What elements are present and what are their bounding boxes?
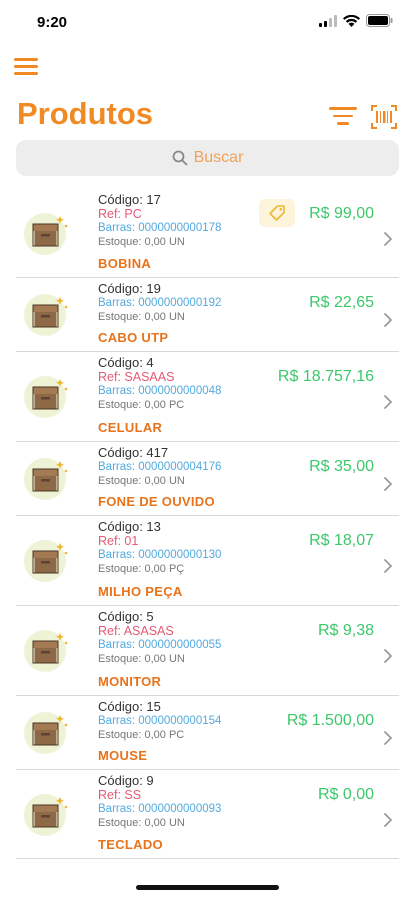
product-name: CELULAR [98, 420, 163, 435]
product-barcode: Barras: 0000000000093 [98, 803, 222, 815]
product-barcode: Barras: 0000000000178 [98, 222, 222, 234]
product-ref: Ref: 01 [98, 534, 139, 548]
filter-button[interactable] [329, 107, 357, 127]
product-info: Código: 17 Ref: PC Barras: 0000000000178 Es… [98, 193, 221, 249]
chevron-right-icon [383, 477, 393, 491]
product-barcode: Barras: 0000000004176 [98, 461, 222, 473]
product-price: R$ 9,38 [317, 622, 374, 639]
home-indicator [136, 885, 279, 890]
product-info: Código: 19 Barras: 0000000000192 Estoque: … [98, 282, 221, 324]
chevron-right-icon [383, 559, 393, 573]
product-stock: Estoque: 0,00 PÇ [98, 563, 185, 575]
product-price: R$ 18.757,16 [277, 368, 374, 385]
product-ref: Ref: SS [98, 788, 142, 802]
product-name: CABO UTP [98, 330, 169, 345]
chevron-right-icon [383, 649, 393, 663]
product-row[interactable]: Código: 5 Ref: ASASAS Barras: 000000000005… [16, 606, 399, 696]
product-stock: Estoque: 0,00 UN [98, 236, 185, 248]
product-price: R$ 1.500,00 [286, 712, 374, 729]
status-icons [319, 14, 393, 27]
product-code: Código: 417 [98, 445, 169, 460]
chevron-right-icon [383, 313, 393, 327]
product-code: Código: 15 [98, 699, 161, 714]
product-price: R$ 99,00 [309, 205, 374, 222]
product-stock: Estoque: 0,00 PC [98, 729, 185, 741]
chevron-right-icon [383, 231, 393, 246]
chevron-right-icon [383, 731, 393, 745]
product-price: R$ 35,00 [309, 458, 374, 475]
product-stock: Estoque: 0,00 UN [98, 311, 185, 323]
product-name: FONE DE OUVIDO [98, 494, 215, 509]
chevron-right-icon [383, 812, 393, 827]
product-barcode: Barras: 0000000000192 [98, 297, 222, 309]
product-row[interactable]: Código: 13 Ref: 01 Barras: 0000000000130 Es… [16, 516, 399, 606]
barcode-icon [371, 105, 397, 129]
product-box-icon [22, 208, 70, 256]
hamburger-icon [14, 58, 38, 61]
product-info: Código: 9 Ref: SS Barras: 0000000000093 Est… [98, 774, 221, 830]
search-input[interactable]: Buscar [16, 140, 399, 176]
search-icon [172, 150, 187, 166]
wifi-icon [343, 14, 360, 27]
status-time: 9:20 [37, 14, 68, 31]
product-info: Código: 5 Ref: ASASAS Barras: 000000000005… [98, 610, 221, 666]
product-price: R$ 0,00 [317, 786, 374, 803]
menu-button[interactable] [14, 58, 38, 78]
product-box-icon [22, 707, 70, 755]
product-stock: Estoque: 0,00 UN [98, 817, 185, 829]
battery-icon [366, 14, 393, 27]
product-barcode: Barras: 0000000000055 [98, 639, 222, 651]
product-row[interactable]: Código: 417 Barras: 0000000004176 Estoque:… [16, 442, 399, 516]
product-code: Código: 19 [98, 281, 161, 296]
product-name: TECLADO [98, 837, 163, 852]
product-box-icon [22, 789, 70, 837]
product-info: Código: 417 Barras: 0000000004176 Estoque:… [98, 446, 221, 488]
product-ref: Ref: SASAAS [98, 370, 175, 384]
barcode-scan-button[interactable] [371, 105, 397, 129]
product-barcode: Barras: 0000000000130 [98, 549, 222, 561]
product-code: Código: 5 [98, 609, 154, 624]
product-box-icon [22, 625, 70, 673]
product-stock: Estoque: 0,00 UN [98, 653, 185, 665]
chevron-right-icon [383, 395, 393, 409]
search-placeholder: Buscar [193, 149, 244, 166]
product-box-icon [22, 289, 70, 337]
product-name: MOUSE [98, 748, 148, 763]
product-row[interactable]: Código: 9 Ref: SS Barras: 0000000000093 Est… [16, 770, 399, 859]
product-name: MONITOR [98, 674, 162, 689]
product-code: Código: 9 [98, 773, 154, 788]
product-box-icon [22, 371, 70, 419]
price-tag-icon[interactable] [259, 199, 295, 227]
product-row[interactable]: Código: 17 Ref: PC Barras: 0000000000178 Es… [16, 189, 399, 278]
status-bar: 9:20 [0, 0, 415, 44]
product-row[interactable]: Código: 4 Ref: SASAAS Barras: 000000000004… [16, 352, 399, 442]
product-barcode: Barras: 0000000000154 [98, 715, 222, 727]
filter-icon [329, 107, 357, 110]
product-row[interactable]: Código: 19 Barras: 0000000000192 Estoque: … [16, 278, 399, 352]
product-box-icon [22, 453, 70, 501]
product-stock: Estoque: 0,00 PC [98, 399, 185, 411]
product-price: R$ 22,65 [309, 294, 374, 311]
product-info: Código: 15 Barras: 0000000000154 Estoque: … [98, 700, 221, 742]
product-info: Código: 4 Ref: SASAAS Barras: 000000000004… [98, 356, 221, 412]
product-name: MILHO PEÇA [98, 584, 183, 599]
product-list: Código: 17 Ref: PC Barras: 0000000000178 Es… [16, 189, 399, 859]
product-code: Código: 17 [98, 192, 161, 207]
product-info: Código: 13 Ref: 01 Barras: 0000000000130 Es… [98, 520, 221, 576]
product-price: R$ 18,07 [309, 532, 374, 549]
product-barcode: Barras: 0000000000048 [98, 385, 222, 397]
product-stock: Estoque: 0,00 UN [98, 475, 185, 487]
product-ref: Ref: PC [98, 207, 142, 221]
product-code: Código: 13 [98, 519, 161, 534]
product-ref: Ref: ASASAS [98, 624, 174, 638]
product-row[interactable]: Código: 15 Barras: 0000000000154 Estoque: … [16, 696, 399, 770]
page-title: Produtos [17, 96, 154, 131]
product-name: BOBINA [98, 256, 152, 271]
product-code: Código: 4 [98, 355, 154, 370]
product-box-icon [22, 535, 70, 583]
signal-icon [319, 14, 337, 27]
